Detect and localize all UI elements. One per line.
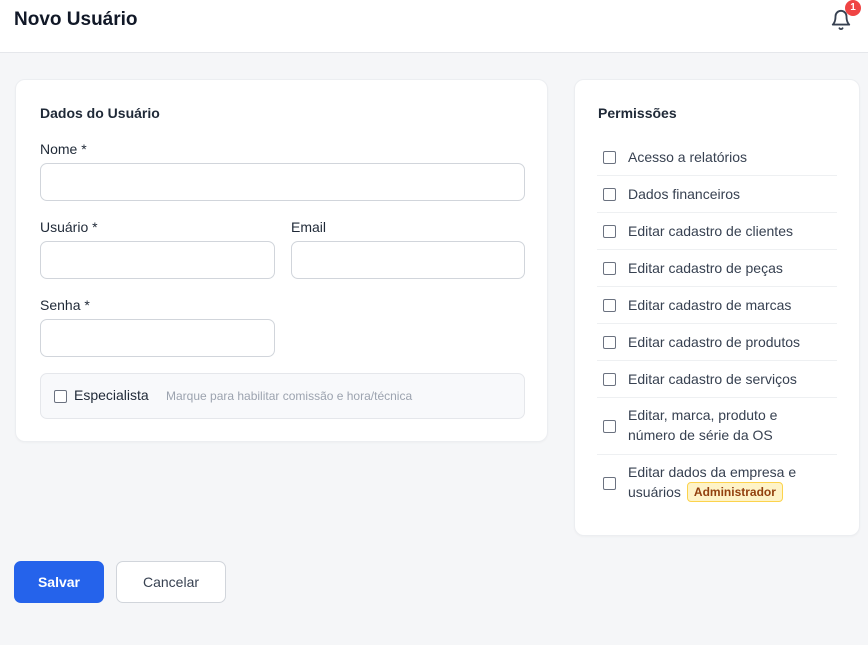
email-input[interactable] [291,241,525,279]
specialist-option: Especialista Marque para habilitar comis… [40,373,525,419]
username-label: Usuário * [40,219,98,235]
permission-label-wrapper: Editar dados da empresa e usuários Admini… [628,462,828,502]
permission-item[interactable]: Editar cadastro de produtos [597,324,837,361]
permission-label: Editar cadastro de marcas [628,297,792,313]
permission-checkbox[interactable] [603,262,616,275]
permission-label: Editar cadastro de produtos [628,334,800,350]
specialist-label[interactable]: Especialista [74,387,149,403]
permissions-section-title: Permissões [598,105,677,121]
save-button[interactable]: Salvar [14,561,104,603]
permission-item[interactable]: Editar dados da empresa e usuários Admini… [597,455,837,512]
permission-checkbox[interactable] [603,299,616,312]
permission-checkbox[interactable] [603,477,616,490]
username-input[interactable] [40,241,275,279]
permission-item[interactable]: Editar cadastro de peças [597,250,837,287]
permission-checkbox[interactable] [603,188,616,201]
permission-label: Acesso a relatórios [628,149,748,165]
permission-checkbox[interactable] [603,373,616,386]
permission-item[interactable]: Dados financeiros [597,176,837,213]
password-label: Senha * [40,297,90,313]
permission-label: Editar cadastro de serviços [628,371,797,387]
name-input[interactable] [40,163,525,201]
user-data-card: Dados do Usuário Nome * Usuário * Email … [15,79,548,442]
permission-item[interactable]: Acesso a relatórios [597,139,837,176]
permission-label: Dados financeiros [628,186,741,202]
specialist-hint: Marque para habilitar comissão e hora/té… [166,389,413,403]
admin-badge: Administrador [686,482,783,502]
permission-checkbox[interactable] [603,225,616,238]
permission-label: Editar, marca, produto e número de série… [628,407,778,443]
permission-item[interactable]: Editar cadastro de clientes [597,213,837,250]
permission-item[interactable]: Editar, marca, produto e número de série… [597,398,837,455]
user-data-section-title: Dados do Usuário [40,105,160,121]
password-input[interactable] [40,319,275,357]
specialist-checkbox[interactable] [54,390,67,403]
permission-checkbox[interactable] [603,336,616,349]
name-label: Nome * [40,141,87,157]
permission-item[interactable]: Editar cadastro de marcas [597,287,837,324]
permissions-card: Permissões Acesso a relatórios Dados fin… [574,79,860,536]
email-label: Email [291,219,327,235]
permission-checkbox[interactable] [603,420,616,433]
page-title: Novo Usuário [14,9,138,30]
permission-item[interactable]: Editar cadastro de serviços [597,361,837,398]
permission-checkbox[interactable] [603,151,616,164]
permission-label: Editar cadastro de peças [628,260,783,276]
notification-badge: 1 [845,0,861,16]
permission-label: Editar cadastro de clientes [628,223,793,239]
top-bar: Novo Usuário 1 [0,0,868,53]
cancel-button[interactable]: Cancelar [116,561,226,603]
